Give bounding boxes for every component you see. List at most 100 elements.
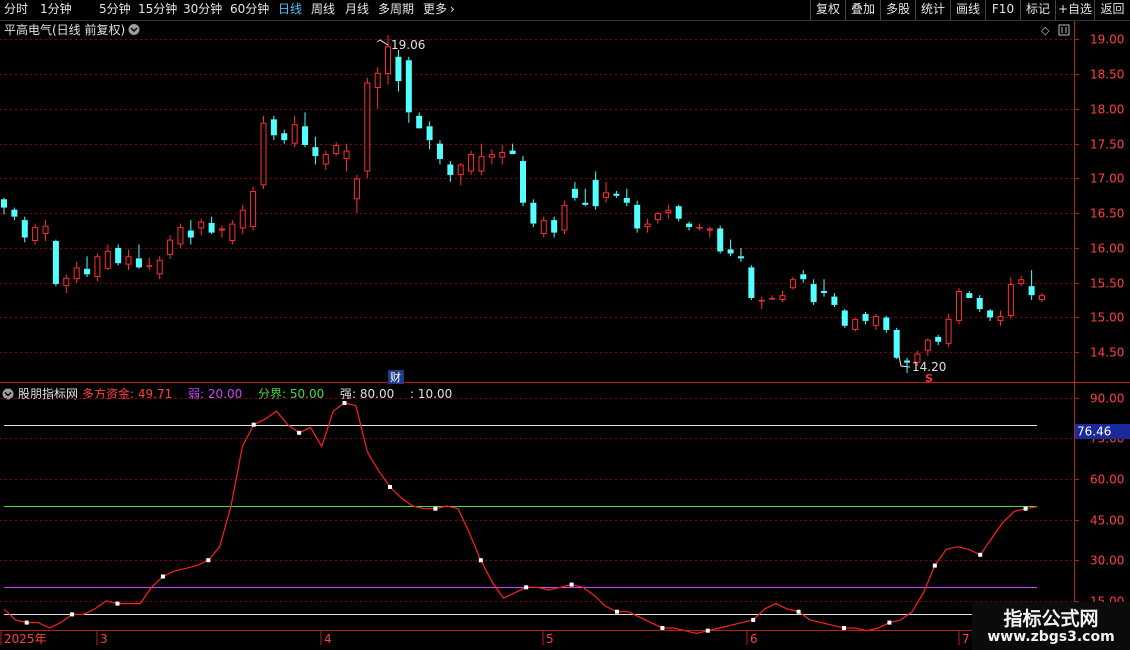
- sell-signal-marker: S: [925, 372, 933, 385]
- x-tick-label: 7: [962, 632, 970, 646]
- candle-body: [302, 126, 309, 146]
- candle: [737, 247, 744, 262]
- candle: [42, 220, 49, 241]
- svg-text:76.46: 76.46: [1077, 425, 1111, 439]
- candle-body: [167, 239, 174, 255]
- stock-chart[interactable]: 19.00 18.50 18.00 17.50 17.00 16.50 16.00 15.50…: [0, 0, 1130, 650]
- candle-body: [654, 213, 661, 221]
- candle: [831, 293, 838, 308]
- candle-body: [468, 154, 475, 172]
- candle: [509, 143, 516, 155]
- indicator-tick-label: 30.00: [1090, 554, 1124, 568]
- candle: [374, 67, 381, 109]
- diamond-icon[interactable]: ◇: [1041, 24, 1050, 37]
- price-tick-label: 18.50: [1090, 68, 1124, 82]
- candle-body: [779, 295, 786, 301]
- indicator-series: [3, 401, 1038, 635]
- candle: [270, 115, 277, 141]
- candle-body: [333, 145, 340, 155]
- candle-body: [250, 190, 257, 228]
- candle-body: [32, 227, 39, 241]
- candle-body: [322, 154, 329, 165]
- candle: [281, 129, 288, 144]
- price-tick-label: 15.00: [1090, 311, 1124, 325]
- chevron-down-icon[interactable]: [2, 388, 14, 400]
- settings-icon[interactable]: [1058, 24, 1070, 36]
- candle: [924, 338, 931, 356]
- candle-body: [717, 228, 724, 252]
- candle: [468, 150, 475, 175]
- candle: [312, 136, 319, 165]
- indicator-tick-label: 90.00: [1090, 392, 1124, 406]
- candle-body: [84, 268, 91, 275]
- candle-body: [146, 265, 153, 267]
- high-marker: 19.06: [376, 38, 425, 52]
- candle: [94, 253, 101, 282]
- candle: [84, 256, 91, 278]
- candle-body: [852, 318, 859, 330]
- candle: [11, 207, 18, 221]
- indicator-grid: [0, 398, 1074, 602]
- candle-body: [291, 124, 298, 144]
- price-tick-label: 16.50: [1090, 207, 1124, 221]
- low-marker: 14.20: [898, 355, 946, 374]
- series-point: [297, 430, 302, 435]
- candle-body: [426, 126, 433, 141]
- candle-body: [997, 316, 1004, 321]
- candle: [561, 200, 568, 235]
- candle-body: [935, 336, 942, 342]
- candle-body: [11, 209, 18, 217]
- chevron-down-icon[interactable]: [128, 24, 140, 35]
- candle-body: [623, 197, 630, 203]
- candle: [364, 77, 371, 179]
- candle-body: [758, 300, 765, 302]
- candle: [852, 317, 859, 332]
- candle-body: [1028, 286, 1035, 296]
- candle-body: [374, 72, 381, 89]
- candle-body: [945, 318, 952, 344]
- candle: [727, 239, 734, 257]
- candle: [447, 161, 454, 182]
- series-point: [524, 585, 529, 590]
- candle: [1007, 277, 1014, 319]
- candle: [125, 249, 132, 271]
- candle: [613, 190, 620, 198]
- candle-body: [270, 119, 277, 136]
- candle-body: [436, 143, 443, 159]
- candle: [987, 309, 994, 321]
- chart-title: 平高电气(日线 前复权): [4, 22, 125, 37]
- x-tick-label: 4: [324, 632, 332, 646]
- x-tick-label: 2025年: [4, 632, 47, 646]
- candle-body: [1018, 279, 1025, 285]
- candle-body: [353, 178, 360, 200]
- price-tick-label: 18.00: [1090, 103, 1124, 117]
- svg-text:财: 财: [390, 370, 401, 384]
- candle: [675, 204, 682, 222]
- finance-marker[interactable]: 财: [388, 370, 404, 384]
- candle: [603, 181, 610, 203]
- candle: [769, 295, 776, 301]
- candle: [551, 216, 558, 238]
- candle: [499, 145, 506, 165]
- candle-body: [229, 223, 236, 241]
- candle: [592, 171, 599, 210]
- candle: [966, 291, 973, 298]
- candle-body: [447, 164, 454, 175]
- indicator-name: 股朋指标网: [18, 386, 78, 401]
- series-point: [660, 626, 665, 630]
- series-point: [978, 552, 983, 557]
- candle: [800, 270, 807, 283]
- candle-body: [841, 310, 848, 326]
- candle-body: [966, 293, 973, 298]
- candle-body: [156, 259, 163, 275]
- series-point: [342, 401, 347, 405]
- candle-body: [686, 223, 693, 228]
- series-line: [3, 402, 1038, 635]
- series-point: [615, 609, 619, 614]
- candle: [893, 327, 900, 360]
- candle: [997, 310, 1004, 326]
- candle: [146, 257, 153, 271]
- candle-body: [177, 227, 184, 245]
- series-point: [751, 617, 756, 622]
- high-price-label: 19.06: [391, 38, 425, 52]
